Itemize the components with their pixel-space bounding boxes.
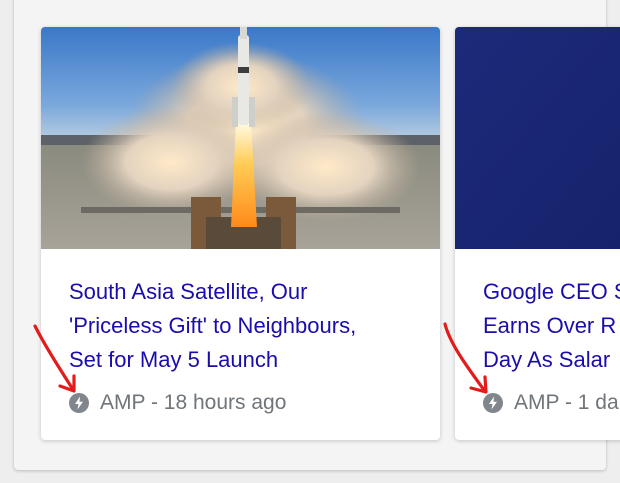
news-card-meta-text: AMP - 1 da [514,391,619,414]
news-card-thumbnail[interactable] [455,27,620,249]
news-card-headline[interactable]: Google CEO S Earns Over R Day As Salar [483,275,620,377]
news-carousel-screenshot: South Asia Satellite, Our 'Priceless Gif… [0,0,620,483]
amp-lightning-icon [483,393,503,413]
news-card-1[interactable]: South Asia Satellite, Our 'Priceless Gif… [41,27,440,440]
news-card-meta: AMP - 18 hours ago [69,388,286,418]
news-card-meta: AMP - 1 da [483,388,619,418]
blue-photo [455,27,620,249]
rocket-launch-photo [41,27,440,249]
amp-lightning-icon [69,393,89,413]
news-card-2[interactable]: Google CEO S Earns Over R Day As Salar A… [455,27,620,440]
news-card-thumbnail[interactable] [41,27,440,249]
news-card-meta-text: AMP - 18 hours ago [100,391,287,414]
news-card-headline[interactable]: South Asia Satellite, Our 'Priceless Gif… [69,275,429,377]
